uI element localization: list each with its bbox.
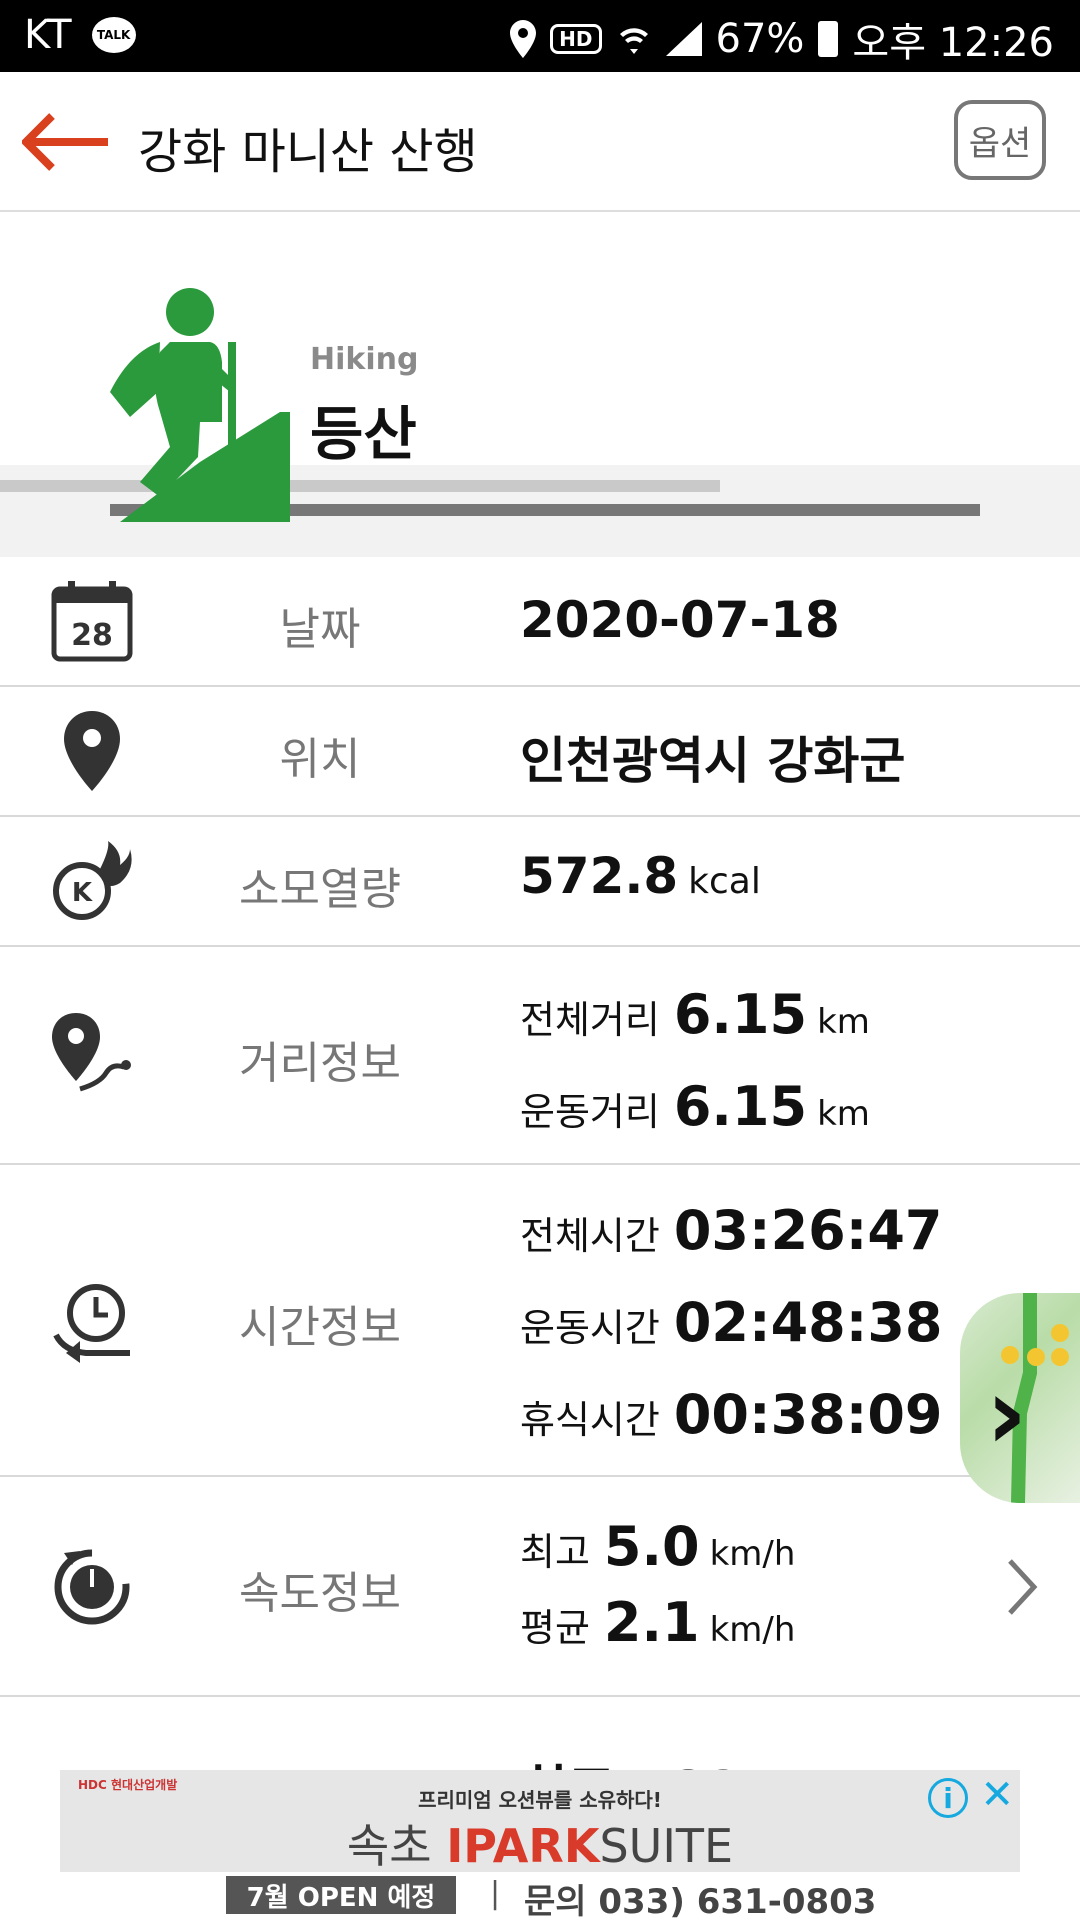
calories-row: K 소모열량 572.8 kcal — [0, 817, 1080, 947]
avg-speed: 평균 2.1 km/h — [520, 1591, 795, 1654]
wifi-icon — [619, 28, 648, 54]
rest-time-value: 00:38:09 — [673, 1383, 943, 1446]
svg-text:K: K — [72, 878, 93, 908]
activity-type-english: Hiking — [310, 342, 419, 377]
battery-percent: 67% — [715, 16, 805, 62]
chevron-right-icon[interactable] — [1006, 1557, 1040, 1617]
calories-value-group: 572.8 kcal — [520, 847, 761, 905]
avg-speed-value: 2.1 — [603, 1591, 700, 1654]
exercise-time-value: 02:48:38 — [673, 1291, 943, 1354]
avg-speed-key: 평균 — [520, 1606, 590, 1650]
clock-cycle-icon — [53, 1284, 130, 1363]
exercise-distance: 운동거리 6.15 km — [520, 1075, 870, 1138]
exercise-time: 운동시간 02:48:38 — [520, 1291, 942, 1354]
exercise-time-key: 운동시간 — [520, 1306, 660, 1350]
speed-row[interactable]: 속도정보 최고 5.0 km/h 평균 2.1 km/h — [0, 1477, 1080, 1697]
talk-icon: TALK — [91, 17, 136, 53]
total-distance-unit: km — [817, 1002, 870, 1042]
total-distance-key: 전체거리 — [520, 998, 660, 1042]
ad-tagline: 프리미엄 오션뷰를 소유하다! — [418, 1788, 662, 1812]
distance-row: 거리정보 전체거리 6.15 km 운동거리 6.15 km — [0, 947, 1080, 1165]
map-thumbnail-button[interactable]: › — [960, 1293, 1080, 1503]
calories-label: 소모열량 — [239, 864, 401, 915]
back-arrow-icon[interactable] — [22, 112, 112, 172]
ad-phone: 문의 033) 631-0803 — [524, 1882, 877, 1922]
date-label: 날짜 — [279, 604, 361, 655]
total-time: 전체시간 03:26:47 — [520, 1199, 942, 1262]
max-speed: 최고 5.0 km/h — [520, 1515, 795, 1578]
calorie-flame-icon: K — [53, 841, 132, 920]
exercise-distance-unit: km — [817, 1094, 870, 1134]
battery-icon — [818, 21, 839, 57]
clock: 오후 12:26 — [852, 20, 1054, 66]
total-distance-value: 6.15 — [673, 983, 808, 1046]
ad-logo: 속초 IPARKSUITE — [60, 1810, 1020, 1876]
max-speed-key: 최고 — [520, 1530, 590, 1574]
max-speed-value: 5.0 — [603, 1515, 700, 1578]
calendar-icon: 28 — [51, 581, 133, 662]
total-time-value: 03:26:47 — [673, 1199, 943, 1262]
signal-icon — [665, 22, 702, 56]
rest-time: 휴식시간 00:38:09 — [520, 1383, 942, 1446]
ad-close-icon[interactable]: ✕ — [980, 1772, 1014, 1818]
total-distance: 전체거리 6.15 km — [520, 983, 870, 1046]
carrier-label: KT — [24, 12, 72, 58]
location-icon — [510, 20, 537, 58]
location-label: 위치 — [279, 734, 361, 785]
ad-banner[interactable]: HDC 현대산업개발 프리미엄 오션뷰를 소유하다! 속초 IPARKSUITE… — [60, 1770, 1020, 1873]
avg-speed-unit: km/h — [709, 1610, 796, 1650]
map-pin-icon — [64, 711, 120, 791]
location-value: 인천광역시 강화군 — [520, 732, 906, 790]
ad-logo-prefix: 속초 — [346, 1819, 432, 1873]
app-header: 강화 마니산 산행 옵션 — [0, 72, 1080, 212]
ad-logo-main: IPARK — [446, 1819, 600, 1873]
ad-open-badge: 7월 OPEN 예정 — [226, 1876, 456, 1914]
activity-type: 등산 — [310, 400, 417, 468]
hiker-icon — [110, 288, 290, 522]
max-speed-unit: km/h — [709, 1534, 796, 1574]
activity-hero: Hiking 등산 — [0, 212, 1080, 557]
date-value: 2020-07-18 — [520, 591, 840, 649]
speedometer-icon — [54, 1549, 130, 1625]
calories-unit: kcal — [688, 861, 761, 902]
speed-label: 속도정보 — [239, 1568, 401, 1619]
exercise-distance-value: 6.15 — [673, 1075, 808, 1138]
time-row: 시간정보 전체시간 03:26:47 운동시간 02:48:38 휴식시간 00:38… — [0, 1165, 1080, 1477]
status-bar: KT TALK HD 67% 오후 12:26 — [0, 0, 1080, 72]
hd-icon: HD — [550, 24, 602, 54]
calories-value: 572.8 — [520, 847, 679, 905]
option-button[interactable]: 옵션 — [954, 100, 1046, 180]
calendar-day: 28 — [71, 618, 113, 653]
date-row: 28 날짜 2020-07-18 — [0, 557, 1080, 687]
distance-label: 거리정보 — [239, 1038, 401, 1089]
ad-separator: | — [490, 1876, 501, 1911]
exercise-distance-key: 운동거리 — [520, 1090, 660, 1134]
time-label: 시간정보 — [239, 1302, 401, 1353]
ad-footer[interactable]: 7월 OPEN 예정 | 문의 033) 631-0803 — [0, 1872, 1080, 1922]
total-time-key: 전체시간 — [520, 1214, 660, 1258]
rest-time-key: 휴식시간 — [520, 1398, 660, 1442]
ad-logo-suffix: SUITE — [599, 1819, 734, 1873]
ad-info-icon[interactable]: i — [928, 1778, 968, 1818]
location-row: 위치 인천광역시 강화군 — [0, 687, 1080, 817]
page-title: 강화 마니산 산행 — [138, 124, 478, 180]
map-open-arrow-icon: › — [986, 1355, 1028, 1472]
route-pin-icon — [52, 1013, 131, 1092]
